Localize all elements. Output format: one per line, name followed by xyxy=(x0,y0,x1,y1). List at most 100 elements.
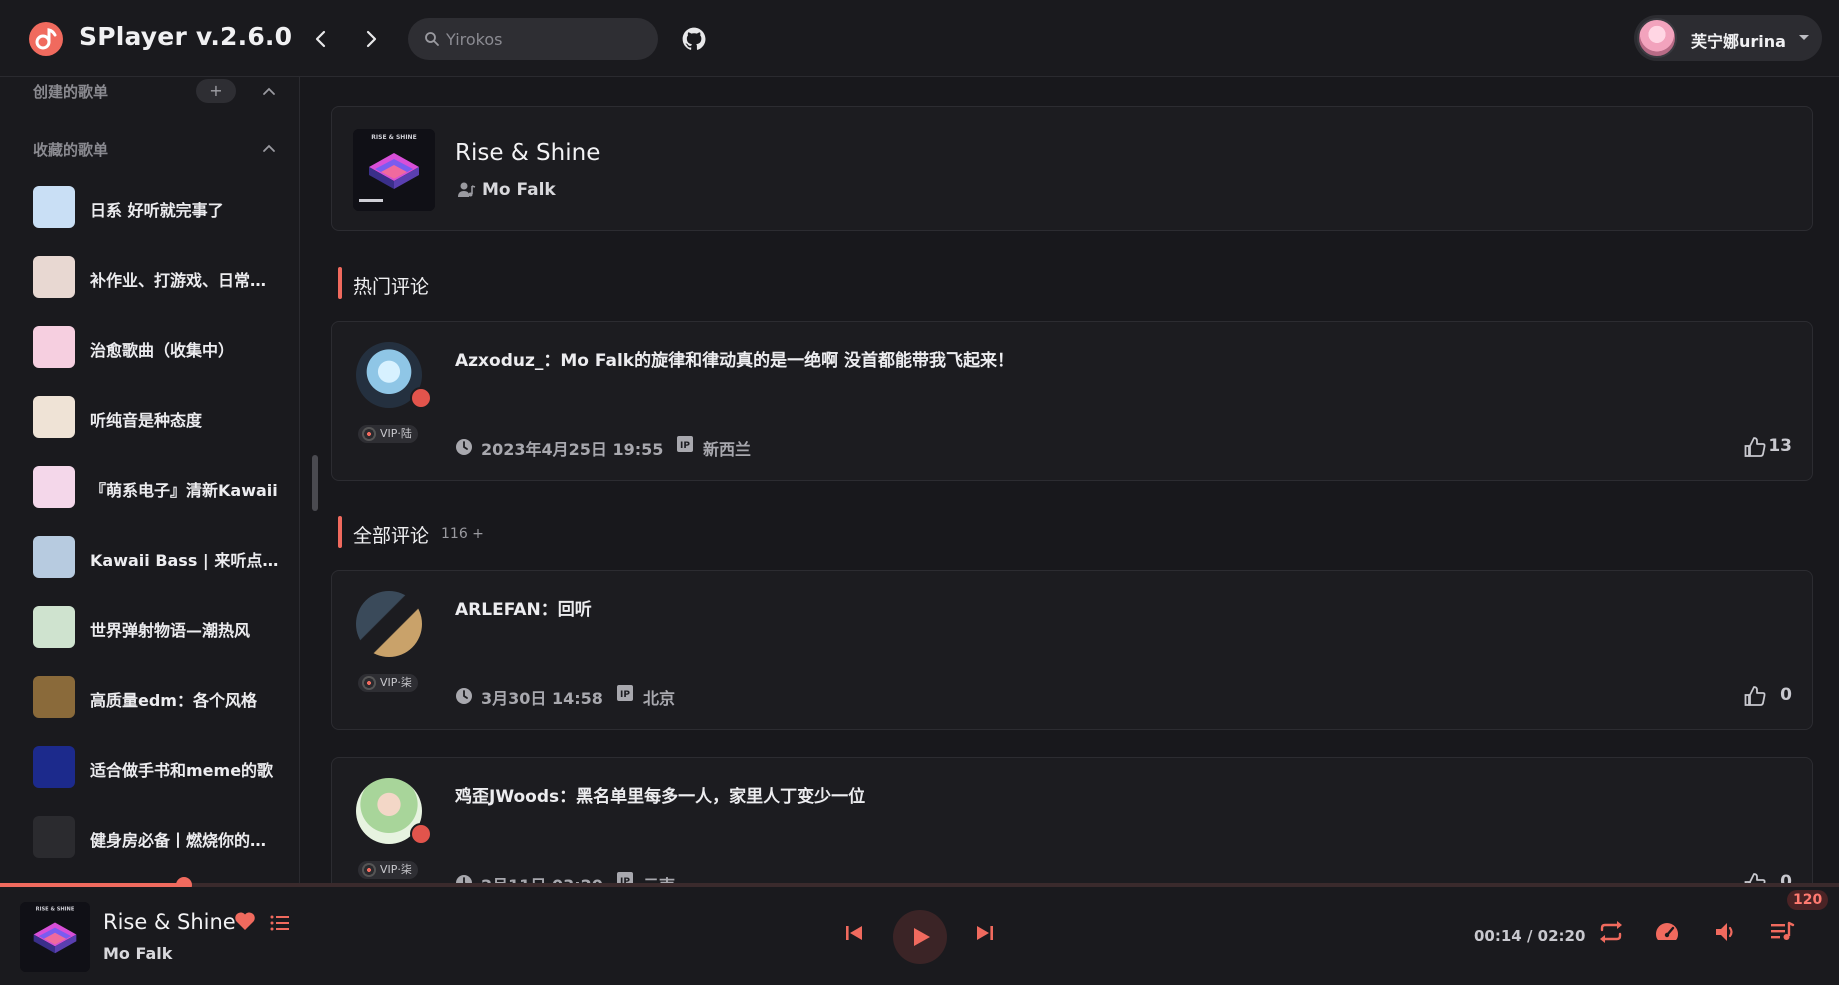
playlist-item[interactable]: 补作业、打游戏、日常向BGM xyxy=(0,242,299,312)
user-menu[interactable]: 芙宁娜urina xyxy=(1634,15,1822,61)
playlist-item[interactable]: 听纯音是种态度 xyxy=(0,382,299,452)
add-playlist-button[interactable]: + xyxy=(196,79,236,103)
song-cover[interactable]: RISE & SHINE xyxy=(353,129,435,211)
vinyl-icon xyxy=(362,676,376,690)
chevron-up-icon[interactable] xyxy=(262,142,276,154)
like-button[interactable]: 13 xyxy=(1732,435,1792,459)
vip-badge: VIP·陆 xyxy=(358,425,418,443)
collected-playlists-title: 收藏的歌单 xyxy=(33,141,109,159)
playlist-cover xyxy=(33,676,75,718)
section-accent-bar xyxy=(338,267,342,299)
comment-time: 3月30日 14:58 xyxy=(481,689,603,708)
song-info-card[interactable]: RISE & SHINE Rise & Shine Mo Falk xyxy=(331,106,1813,231)
previous-track-icon[interactable] xyxy=(844,923,864,943)
heart-icon[interactable] xyxy=(234,911,256,931)
speed-icon[interactable] xyxy=(1654,920,1680,944)
search-box[interactable] xyxy=(408,18,658,60)
playback-time: 00:14 / 02:20 xyxy=(1474,927,1586,945)
comment-card: VIP·陆 Azxoduz_：Mo Falk的旋律和律动真的是一绝啊 没首都能带我… xyxy=(331,321,1813,481)
sidebar: 创建的歌单 + 收藏的歌单 日系 好听就完事了补作业、打游戏、日常向BGM 治愈歌… xyxy=(0,77,300,885)
svg-text:RISE & SHINE: RISE & SHINE xyxy=(36,907,75,913)
playlist-cover xyxy=(33,816,75,858)
playlist-item[interactable]: 世界弹射物语—潮热风 xyxy=(0,592,299,662)
comment-location: 新西兰 xyxy=(703,440,752,459)
like-count: 13 xyxy=(1768,436,1792,456)
vip-level: VIP·柒 xyxy=(380,676,412,689)
hot-comments-title: 热门评论 xyxy=(353,276,430,298)
playlist-item[interactable]: 『萌系电子』清新Kawaii xyxy=(0,452,299,522)
app-title: SPlayer v.2.6.0 xyxy=(79,22,293,51)
player-cover[interactable]: RISE & SHINE xyxy=(20,902,90,972)
vip-badge: VIP·柒 xyxy=(358,674,418,692)
music-badge-icon xyxy=(410,387,432,409)
playlist-item[interactable]: 健身房必备丨燃烧你的卡路里 xyxy=(0,802,299,872)
github-icon[interactable] xyxy=(681,26,707,52)
user-name: 芙宁娜urina xyxy=(1691,32,1786,51)
volume-icon[interactable] xyxy=(1714,920,1736,944)
playlist-cover xyxy=(33,466,75,508)
music-badge-icon xyxy=(410,823,432,845)
ip-location-icon: IP xyxy=(617,685,633,705)
comment-text: Azxoduz_：Mo Falk的旋律和律动真的是一绝啊 没首都能带我飞起来！ xyxy=(455,351,1015,371)
chevron-up-icon[interactable] xyxy=(262,85,276,97)
comments-page: RISE & SHINE Rise & Shine Mo Falk 热门评论 V… xyxy=(301,77,1839,885)
song-title: Rise & Shine xyxy=(455,140,601,166)
clock-icon xyxy=(456,439,472,455)
created-playlists-header: 创建的歌单 + xyxy=(0,79,299,103)
search-input[interactable] xyxy=(446,26,646,52)
playlist-item[interactable]: 高质量edm：各个风格 xyxy=(0,662,299,732)
svg-text:RISE & SHINE: RISE & SHINE xyxy=(371,134,416,141)
comment-location: 北京 xyxy=(643,689,676,708)
playlist-name: 适合做手书和meme的歌 xyxy=(90,761,274,780)
ip-location-icon: IP xyxy=(677,436,693,456)
play-button[interactable] xyxy=(893,910,947,964)
search-icon xyxy=(425,32,439,46)
vip-level: VIP·柒 xyxy=(380,863,412,876)
play-icon xyxy=(914,928,930,946)
playlist-name: 高质量edm：各个风格 xyxy=(90,691,257,710)
playlist-cover xyxy=(33,606,75,648)
avatar xyxy=(1637,18,1677,58)
playlist-cover xyxy=(33,326,75,368)
player-artist[interactable]: Mo Falk xyxy=(103,944,172,963)
caret-down-icon xyxy=(1799,35,1809,40)
section-accent-bar xyxy=(338,516,342,548)
player-bar: RISE & SHINE Rise & Shine Mo Falk 00:14 … xyxy=(0,887,1839,985)
playlist-name: 日系 好听就完事了 xyxy=(90,201,224,220)
created-playlists-title: 创建的歌单 xyxy=(33,83,109,101)
back-arrow-icon[interactable] xyxy=(306,24,336,54)
artist-icon xyxy=(458,182,476,197)
playlist-cover xyxy=(33,186,75,228)
playlist-cover xyxy=(33,256,75,298)
player-song-title[interactable]: Rise & Shine xyxy=(103,910,236,934)
clock-icon xyxy=(456,688,472,704)
svg-text:IP: IP xyxy=(620,690,630,700)
app-logo-icon[interactable] xyxy=(29,22,63,56)
playlist-cover xyxy=(33,746,75,788)
like-count: 0 xyxy=(1780,685,1792,705)
playlist-name: 治愈歌曲（收集中） xyxy=(90,341,235,360)
playlist-item[interactable]: Kawaii Bass | 来听点可爱的 xyxy=(0,522,299,592)
comment-card: VIP·柒鸡歪JWoods：黑名单里每多一人，家里人丁变少一位2月11日 03:… xyxy=(331,757,1813,885)
like-button[interactable]: 0 xyxy=(1732,684,1792,708)
playlist-item[interactable]: 治愈歌曲（收集中） xyxy=(0,312,299,382)
song-artist[interactable]: Mo Falk xyxy=(482,180,556,200)
playlist-name: 补作业、打游戏、日常向BGM xyxy=(90,271,280,290)
next-track-icon[interactable] xyxy=(975,923,995,943)
repeat-icon[interactable] xyxy=(1598,920,1624,944)
top-bar: SPlayer v.2.6.0 芙宁娜urina xyxy=(0,0,1839,77)
thumbs-up-icon xyxy=(1744,686,1766,706)
playlist-item[interactable]: 适合做手书和meme的歌 xyxy=(0,732,299,802)
playlist-cover xyxy=(33,396,75,438)
playlist-add-icon[interactable] xyxy=(270,915,290,931)
playlist-name: 听纯音是种态度 xyxy=(90,411,203,430)
forward-arrow-icon[interactable] xyxy=(356,24,386,54)
vinyl-icon xyxy=(362,863,376,877)
all-comments-title: 全部评论 xyxy=(353,525,430,547)
thumbs-up-icon xyxy=(1744,437,1766,457)
svg-text:IP: IP xyxy=(680,441,690,451)
play-queue-icon[interactable] xyxy=(1769,920,1795,944)
avatar[interactable] xyxy=(356,591,422,657)
comment-text: 鸡歪JWoods：黑名单里每多一人，家里人丁变少一位 xyxy=(455,787,866,807)
playlist-item[interactable]: 日系 好听就完事了 xyxy=(0,172,299,242)
